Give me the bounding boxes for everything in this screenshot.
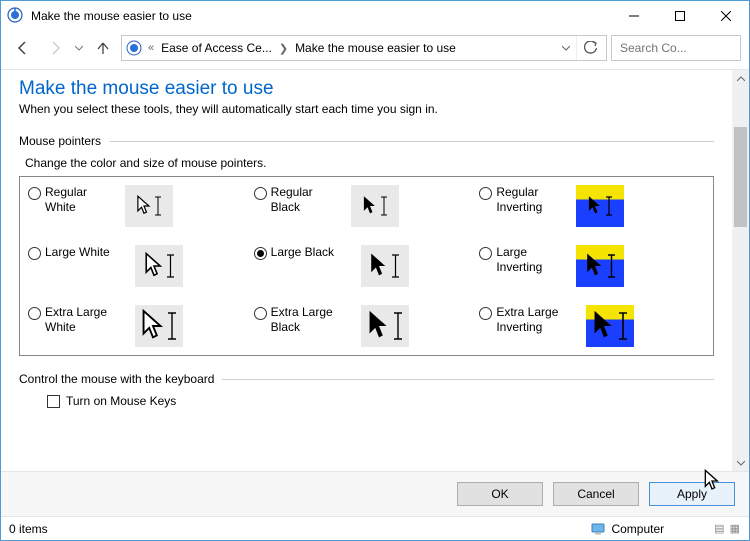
checkbox-icon	[47, 395, 60, 408]
scroll-down-button[interactable]	[732, 454, 749, 471]
apply-button[interactable]: Apply	[649, 482, 735, 506]
option-label: Regular Black	[271, 185, 345, 215]
option-large-black[interactable]: Large Black	[254, 245, 480, 287]
radio-icon	[479, 247, 492, 260]
pointer-preview	[361, 245, 409, 287]
address-bar[interactable]: « Ease of Access Ce... ❯ Make the mouse …	[121, 35, 607, 61]
vertical-scrollbar[interactable]	[732, 70, 749, 471]
radio-icon	[479, 187, 492, 200]
window-title: Make the mouse easier to use	[31, 9, 192, 23]
status-computer-label: Computer	[611, 522, 664, 536]
breadcrumb-seg-1[interactable]: Ease of Access Ce...	[158, 41, 275, 55]
option-large-inverting[interactable]: Large Inverting	[479, 245, 705, 287]
group-divider	[109, 141, 714, 142]
history-dropdown[interactable]	[73, 44, 85, 52]
ok-button[interactable]: OK	[457, 482, 543, 506]
pointer-preview	[361, 305, 409, 347]
radio-icon	[28, 187, 41, 200]
view-mode-icons[interactable]: ▤ ▦	[714, 522, 741, 535]
button-bar: OK Cancel Apply	[1, 471, 749, 516]
up-button[interactable]	[89, 36, 117, 60]
option-regular-white[interactable]: Regular White	[28, 185, 254, 227]
radio-icon	[254, 307, 267, 320]
mouse-pointers-desc: Change the color and size of mouse point…	[19, 156, 714, 170]
cancel-button[interactable]: Cancel	[553, 482, 639, 506]
group-divider	[222, 379, 714, 380]
pointer-options-grid: Regular White Regular Black	[19, 176, 714, 356]
pointer-preview	[125, 185, 173, 227]
breadcrumb-seg-2[interactable]: Make the mouse easier to use	[292, 41, 459, 55]
radio-icon	[479, 307, 492, 320]
radio-icon	[254, 247, 267, 260]
titlebar: Make the mouse easier to use	[1, 1, 749, 31]
close-button[interactable]	[703, 1, 749, 31]
back-button[interactable]	[9, 36, 37, 60]
breadcrumb-chevron-icon[interactable]: ❯	[277, 42, 290, 55]
scroll-track[interactable]	[732, 87, 749, 454]
radio-icon	[28, 247, 41, 260]
pointer-preview	[351, 185, 399, 227]
status-bar: 0 items Computer ▤ ▦	[1, 516, 749, 540]
refresh-button[interactable]	[576, 36, 604, 60]
control-panel-icon	[124, 38, 144, 58]
option-label: Extra Large Inverting	[496, 305, 580, 335]
radio-icon	[28, 307, 41, 320]
maximize-button[interactable]	[657, 1, 703, 31]
navbar: « Ease of Access Ce... ❯ Make the mouse …	[1, 31, 749, 69]
option-label: Regular White	[45, 185, 119, 215]
option-extra-large-black[interactable]: Extra Large Black	[254, 305, 480, 347]
option-label: Large White	[45, 245, 129, 260]
minimize-button[interactable]	[611, 1, 657, 31]
search-input[interactable]	[618, 40, 750, 56]
checkbox-label: Turn on Mouse Keys	[66, 394, 176, 408]
option-large-white[interactable]: Large White	[28, 245, 254, 287]
mouse-keys-group: Control the mouse with the keyboard Turn…	[19, 372, 714, 408]
option-regular-black[interactable]: Regular Black	[254, 185, 480, 227]
option-extra-large-white[interactable]: Extra Large White	[28, 305, 254, 347]
status-item-count: 0 items	[9, 522, 48, 536]
option-extra-large-inverting[interactable]: Extra Large Inverting	[479, 305, 705, 347]
turn-on-mouse-keys-checkbox[interactable]: Turn on Mouse Keys	[19, 394, 714, 408]
page-title: Make the mouse easier to use	[19, 78, 714, 100]
option-label: Extra Large Black	[271, 305, 355, 335]
radio-icon	[254, 187, 267, 200]
computer-icon	[591, 523, 607, 535]
option-label: Large Black	[271, 245, 355, 260]
pointer-preview	[586, 305, 634, 347]
breadcrumb-prefix: «	[146, 42, 156, 54]
address-history-dropdown[interactable]	[558, 36, 574, 60]
search-box[interactable]	[611, 35, 741, 61]
app-icon	[7, 7, 25, 25]
page-subtitle: When you select these tools, they will a…	[19, 102, 714, 116]
option-label: Extra Large White	[45, 305, 129, 335]
scroll-up-button[interactable]	[732, 70, 749, 87]
content-area: Make the mouse easier to use When you se…	[1, 69, 749, 471]
mouse-pointers-group: Mouse pointers Change the color and size…	[19, 134, 714, 356]
mouse-keys-group-title: Control the mouse with the keyboard	[19, 372, 214, 386]
option-label: Large Inverting	[496, 245, 570, 275]
option-regular-inverting[interactable]: Regular Inverting	[479, 185, 705, 227]
pointer-preview	[135, 245, 183, 287]
status-computer: Computer	[591, 522, 664, 536]
scroll-thumb[interactable]	[734, 127, 747, 227]
forward-button[interactable]	[41, 36, 69, 60]
pointer-preview	[576, 245, 624, 287]
mouse-pointers-group-title: Mouse pointers	[19, 134, 101, 148]
pointer-preview	[576, 185, 624, 227]
option-label: Regular Inverting	[496, 185, 570, 215]
pointer-preview	[135, 305, 183, 347]
